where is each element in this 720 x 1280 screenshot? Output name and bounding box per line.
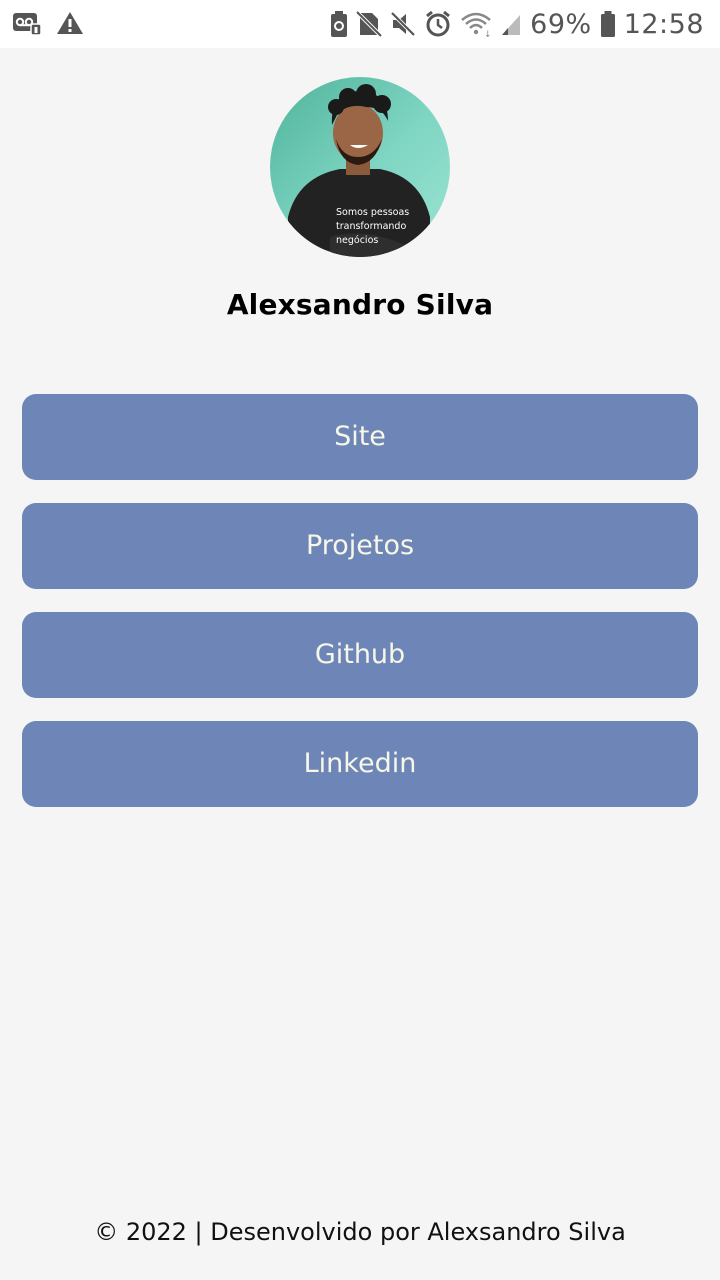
- github-button[interactable]: Github: [22, 612, 698, 698]
- site-button[interactable]: Site: [22, 394, 698, 480]
- shirt-text-line-3: negócios: [336, 235, 378, 246]
- warning-icon: [56, 10, 84, 36]
- clock-time: 12:58: [623, 8, 704, 40]
- status-left-icons: [12, 10, 84, 36]
- linkedin-button[interactable]: Linkedin: [22, 721, 698, 807]
- voicemail-icon: [12, 10, 42, 36]
- status-bar: ↓↑ 69% 12:58: [0, 0, 720, 48]
- battery-saver-icon: [330, 10, 348, 38]
- battery-icon: [600, 10, 616, 38]
- wifi-icon: ↓↑: [460, 10, 492, 38]
- profile-name: Alexsandro Silva: [226, 288, 494, 321]
- footer-credits: © 2022 | Desenvolvido por Alexsandro Sil…: [94, 1218, 626, 1246]
- signal-icon: [500, 11, 522, 37]
- svg-text:↓↑: ↓↑: [484, 30, 492, 38]
- battery-percent: 69%: [530, 8, 592, 40]
- no-sim-icon: [356, 10, 383, 38]
- status-right-icons: ↓↑ 69% 12:58: [330, 6, 704, 42]
- avatar: Somos pessoas transformando negócios: [270, 77, 450, 257]
- shirt-text-line-1: Somos pessoas: [336, 207, 409, 218]
- alarm-icon: [424, 10, 452, 38]
- projetos-button[interactable]: Projetos: [22, 503, 698, 589]
- link-list: Site Projetos Github Linkedin: [22, 394, 698, 830]
- mute-icon: [390, 10, 416, 38]
- shirt-text-line-2: transformando: [336, 221, 406, 232]
